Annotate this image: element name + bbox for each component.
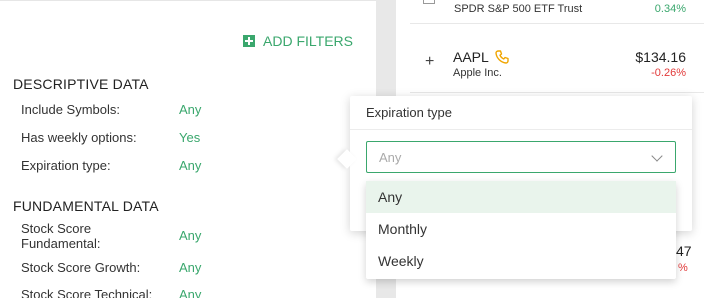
plus-square-icon xyxy=(243,35,255,47)
filter-value-score-technical[interactable]: Any xyxy=(179,287,201,298)
expiration-type-options: Any Monthly Weekly xyxy=(366,181,676,279)
row-divider xyxy=(410,92,704,93)
option-monthly[interactable]: Monthly xyxy=(366,213,676,245)
option-any[interactable]: Any xyxy=(366,181,676,213)
expiration-type-select[interactable]: Any xyxy=(366,141,676,173)
section-title-descriptive: DESCRIPTIVE DATA xyxy=(13,76,149,92)
popover-divider xyxy=(350,129,692,130)
filter-value-weekly-options[interactable]: Yes xyxy=(179,130,200,145)
add-symbol-button[interactable]: + xyxy=(425,53,434,71)
watchlist-row-symbol[interactable]: AAPL xyxy=(453,49,489,65)
watchlist-row-name: SPDR S&P 500 ETF Trust xyxy=(454,3,583,15)
filter-label-expiration-type: Expiration type: xyxy=(21,158,111,173)
select-value: Any xyxy=(379,150,402,165)
phone-icon[interactable] xyxy=(494,49,510,65)
watchlist-row-name: Apple Inc. xyxy=(453,67,502,79)
filter-value-expiration-type[interactable]: Any xyxy=(179,158,201,173)
filter-label-score-fundamental: Stock Score Fundamental: xyxy=(21,221,101,251)
option-weekly[interactable]: Weekly xyxy=(366,245,676,277)
add-symbol-icon[interactable] xyxy=(423,0,435,4)
watchlist-row-price: $134.16 xyxy=(635,49,686,65)
section-title-fundamental: FUNDAMENTAL DATA xyxy=(13,198,159,214)
add-filters-label: ADD FILTERS xyxy=(263,33,353,49)
watchlist-row-price-partial: 47 xyxy=(676,243,692,259)
filter-value-score-growth[interactable]: Any xyxy=(179,260,201,275)
filter-label-weekly-options: Has weekly options: xyxy=(21,130,137,145)
popover-title: Expiration type xyxy=(366,105,452,120)
watchlist-row-change-partial: % xyxy=(678,262,688,274)
filter-label-include-symbols: Include Symbols: xyxy=(21,102,120,117)
filters-panel: ADD FILTERS DESCRIPTIVE DATA Include Sym… xyxy=(0,0,376,298)
watchlist-row-change: 0.34% xyxy=(654,3,686,15)
add-filters-button[interactable]: ADD FILTERS xyxy=(243,33,353,49)
watchlist-row-change: -0.26% xyxy=(651,67,686,79)
row-divider xyxy=(410,23,704,24)
filter-label-line2: Fundamental: xyxy=(21,236,101,251)
filter-label-score-technical: Stock Score Technical: xyxy=(21,287,153,298)
filter-value-include-symbols[interactable]: Any xyxy=(179,102,201,117)
filter-label-line1: Stock Score xyxy=(21,221,92,236)
filter-label-score-growth: Stock Score Growth: xyxy=(21,260,141,275)
filter-value-score-fundamental[interactable]: Any xyxy=(179,228,201,243)
chevron-down-icon[interactable] xyxy=(651,150,663,162)
